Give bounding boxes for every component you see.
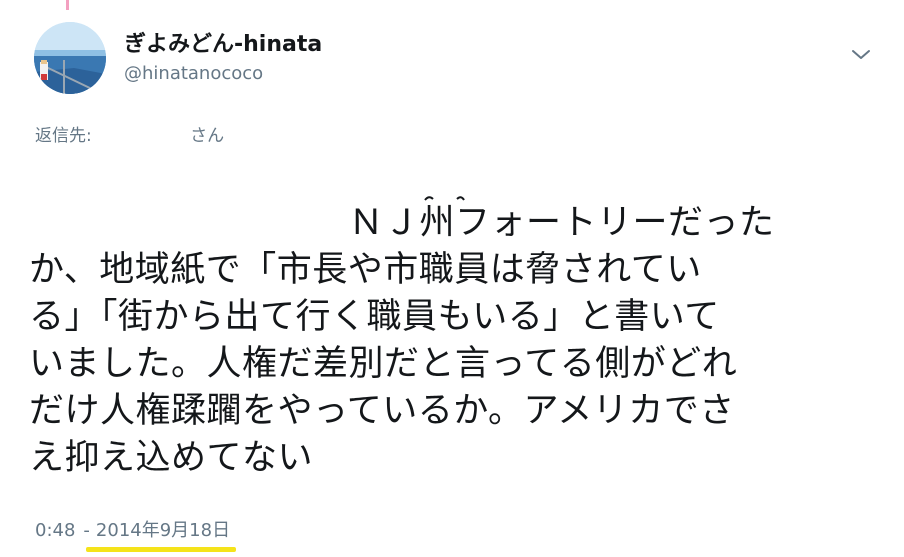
user-handle[interactable]: @hinatanococo xyxy=(124,63,263,84)
reply-to-label: 返信先: xyxy=(35,126,92,146)
avatar-image xyxy=(34,22,106,94)
tweet-date-container: 2014年9月18日 xyxy=(85,516,237,552)
chevron-down-icon[interactable] xyxy=(848,46,874,64)
tweet-text: ＮＪ州フォートリーだった か、地域紙で「市長や市職員は脅されてい る」「街から出… xyxy=(29,203,775,478)
reply-to-user-link[interactable]: さん xyxy=(190,121,224,146)
tweet-time[interactable]: 0:48 xyxy=(35,520,75,541)
avatar[interactable] xyxy=(34,22,106,94)
redaction-artifact xyxy=(423,187,465,201)
tweet-date[interactable]: 2014年9月18日 xyxy=(96,516,230,542)
reply-to-row: 返信先: さん xyxy=(35,121,224,146)
date-highlight-underline xyxy=(85,547,237,552)
meta-separator: - xyxy=(83,520,90,541)
tweet-metadata: 0:48-2014年9月18日 xyxy=(35,516,237,552)
top-accent-bar xyxy=(66,0,69,10)
display-name[interactable]: ぎよみどん-hinata xyxy=(124,26,322,58)
